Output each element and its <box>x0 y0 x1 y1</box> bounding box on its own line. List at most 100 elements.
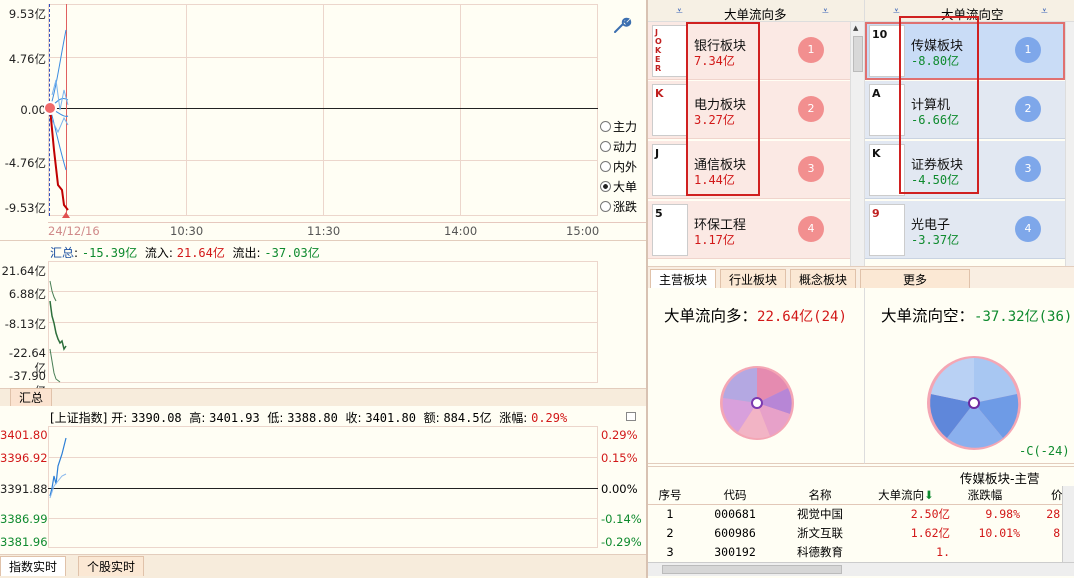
table-scrollbar-h[interactable] <box>648 562 1074 576</box>
sector-tabbar: 主营板块 行业板块 概念板块 更多 <box>648 266 1074 289</box>
x-axis-line <box>48 222 646 223</box>
x-label: 11:30 <box>307 224 341 238</box>
playing-card-icon: 5 <box>652 204 688 256</box>
pie-right-chart <box>927 356 1021 450</box>
summary-net: -15.39亿 <box>81 246 138 260</box>
pie-left-value: 22.64亿(24) <box>757 309 847 325</box>
rank-badge: 2 <box>798 96 824 122</box>
rank-left-panel: ⩡ 大单流向多 ⩡ JOKER 银行板块 7.34亿 1 K 电力板块 3.27… <box>648 0 864 266</box>
tab-index-realtime[interactable]: 指数实时 <box>0 556 67 576</box>
stock-table: 序号 代码 名称 大单流向⬇ 涨跌幅 价格 1 000681 视觉中国 2.50… <box>648 486 1074 561</box>
rank-badge: 3 <box>1015 156 1041 182</box>
radio-inout[interactable]: 内外 <box>600 158 637 175</box>
rank-right-scrollbar[interactable] <box>1065 22 1074 266</box>
rank-badge: 4 <box>798 216 824 242</box>
table-row[interactable]: 1 000681 视觉中国 2.50亿 9.98% 28.0 <box>648 504 1074 523</box>
tab-summary[interactable]: 汇总 <box>10 388 53 407</box>
radio-label: 涨跌 <box>613 200 638 214</box>
radio-label: 主力 <box>613 120 638 134</box>
y-label: -8.13亿 <box>4 317 46 331</box>
collapse-icon[interactable]: ⩡ <box>1041 4 1048 19</box>
highlight-box <box>686 22 760 196</box>
low-label: 低 <box>267 411 280 425</box>
outflow-label: 流出 <box>232 246 257 260</box>
rank-item[interactable]: 5 环保工程 1.17亿 4 <box>648 201 850 259</box>
y-right-label: 0.00% <box>601 482 638 496</box>
playing-card-icon: JOKER <box>652 25 688 77</box>
x-label: 24/12/16 <box>48 224 100 238</box>
rank-badge: 2 <box>1015 96 1041 122</box>
y-label: 6.88亿 <box>8 287 46 301</box>
outflow-value: -37.03亿 <box>264 246 320 260</box>
open-label: 开 <box>111 411 124 425</box>
col-name[interactable]: 名称 <box>778 486 862 505</box>
pie-right-value: -37.32亿(36) <box>974 309 1073 325</box>
tab-main-sector[interactable]: 主营板块 <box>650 269 717 289</box>
expand-icon[interactable] <box>626 412 636 421</box>
index-line <box>49 437 67 499</box>
col-change[interactable]: 涨跌幅 <box>950 486 1020 505</box>
high-value: 3401.93 <box>209 411 260 425</box>
cell-index: 2 <box>666 525 674 540</box>
change-value: 0.29% <box>531 411 568 425</box>
summary-tabbar: 汇总 <box>0 388 646 407</box>
bottom-tabbar: 指数实时 个股实时 <box>0 554 646 578</box>
pie-left-label: 大单流向多： <box>664 307 758 325</box>
x-label: 14:00 <box>444 224 478 238</box>
pie-right-panel: 大单流向空：-37.32亿(36) -C(-24) <box>864 288 1074 464</box>
radio-bigorder[interactable]: 大单 <box>600 178 637 195</box>
radio-main[interactable]: 主力 <box>600 118 637 135</box>
cell-name: 科德教育 <box>797 544 843 559</box>
sector-value: -3.37亿 <box>911 233 960 247</box>
pie-left-panel: 大单流向多：22.64亿(24) <box>648 288 864 464</box>
x-label: 15:00 <box>566 224 600 238</box>
col-bigflow[interactable]: 大单流向⬇ <box>862 486 950 505</box>
rank-left-scrollbar[interactable]: ▲ <box>850 22 864 266</box>
table-scrollbar-v[interactable] <box>1062 486 1074 562</box>
rank-left-title: 大单流向多 <box>724 7 787 22</box>
cell-index: 3 <box>666 544 674 559</box>
table-row[interactable]: 3 300192 科德教育 1. <box>648 542 1074 561</box>
col-code[interactable]: 代码 <box>692 486 778 505</box>
y-right-label: -0.29% <box>601 535 642 549</box>
playing-card-icon: 9 <box>869 204 905 256</box>
cell-change: 9.98% <box>985 506 1020 521</box>
cell-change: 10.01% <box>978 525 1020 540</box>
tab-more[interactable]: 更多 <box>860 269 970 289</box>
pie-left-chart <box>720 366 794 440</box>
y-label: 3381.96 <box>0 535 48 549</box>
cell-bigflow: 1. <box>936 544 950 559</box>
cell-code: 600986 <box>714 525 756 540</box>
radio-updown[interactable]: 涨跌 <box>600 198 637 215</box>
y-label: 9.53亿 <box>8 7 46 21</box>
collapse-icon[interactable]: ⩡ <box>822 4 829 19</box>
tab-stock-realtime[interactable]: 个股实时 <box>78 556 145 576</box>
settings-wrench-icon[interactable] <box>612 16 632 36</box>
y-label: 4.76亿 <box>8 52 46 66</box>
radio-label: 大单 <box>613 180 638 194</box>
radio-label: 内外 <box>613 160 638 174</box>
radio-power[interactable]: 动力 <box>600 138 637 155</box>
high-label: 高 <box>189 411 202 425</box>
y-right-label: 0.29% <box>601 428 638 442</box>
table-row[interactable]: 2 600986 浙文互联 1.62亿 10.01% 8.4 <box>648 523 1074 542</box>
inflow-label: 流入 <box>144 246 169 260</box>
summary-header: 汇总: -15.39亿 流入: 21.64亿 流出: -37.03亿 <box>50 246 320 260</box>
playing-card-icon: K <box>652 84 688 136</box>
pie-left-title: 大单流向多：22.64亿(24) <box>664 304 847 326</box>
pie-right-title: 大单流向空：-37.32亿(36) <box>881 304 1072 326</box>
rank-item[interactable]: 9 光电子 -3.37亿 4 <box>865 201 1065 259</box>
tab-concept-sector[interactable]: 概念板块 <box>790 269 857 289</box>
cell-name: 视觉中国 <box>797 506 843 521</box>
col-index[interactable]: 序号 <box>648 486 692 505</box>
rank-badge: 1 <box>798 37 824 63</box>
rank-right-panel: ⩡ 大单流向空 ⩡ 10 传媒板块 -8.80亿 1 A 计算机 -6.66亿 … <box>864 0 1074 266</box>
table-title: 传媒板块-主营 <box>960 471 1040 486</box>
summary-label: 汇总 <box>50 246 75 260</box>
change-label: 涨幅 <box>499 411 524 425</box>
amount-value: 884.5亿 <box>443 411 492 425</box>
tab-industry-sector[interactable]: 行业板块 <box>720 269 787 289</box>
collapse-icon[interactable]: ⩡ <box>676 4 683 19</box>
pie-right-label: 大单流向空： <box>881 307 975 325</box>
cell-index: 1 <box>666 506 674 521</box>
